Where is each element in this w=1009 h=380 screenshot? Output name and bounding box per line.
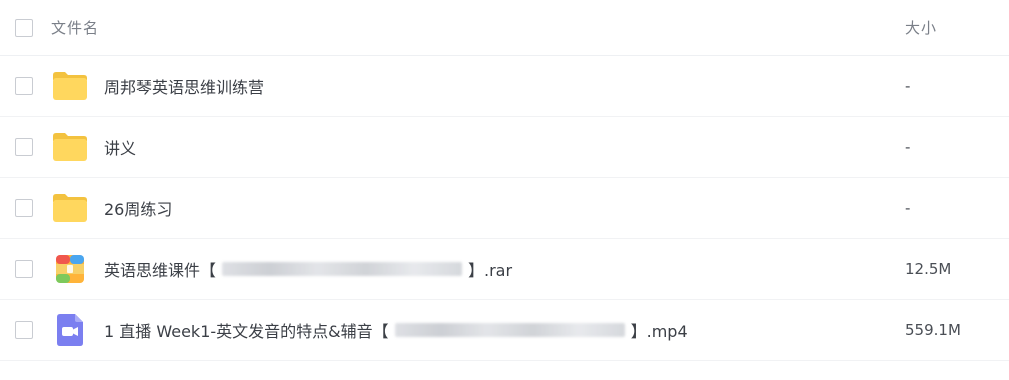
file-name[interactable]: 周邦琴英语思维训练营 xyxy=(104,74,264,98)
file-size: 559.1M xyxy=(905,321,961,339)
row-checkbox[interactable] xyxy=(15,260,33,278)
file-list: 文件名 大小 周邦琴英语思维训练营 - 讲义 - 26周练习 - 英语思维课件【… xyxy=(0,0,1009,361)
file-list-header: 文件名 大小 xyxy=(0,0,1009,56)
file-size: - xyxy=(905,199,911,217)
folder-icon xyxy=(52,190,88,226)
column-header-name[interactable]: 文件名 xyxy=(51,17,99,38)
rar-archive-icon xyxy=(52,251,88,287)
file-name-prefix: 英语思维课件【 xyxy=(104,261,217,280)
file-name-suffix: 】.mp4 xyxy=(630,322,688,341)
column-header-size[interactable]: 大小 xyxy=(905,17,937,38)
file-row[interactable]: 26周练习 - xyxy=(0,178,1009,239)
file-row[interactable]: 讲义 - xyxy=(0,117,1009,178)
file-name[interactable]: 英语思维课件【 】.rar xyxy=(104,257,512,281)
video-file-icon xyxy=(52,312,88,348)
redacted-text xyxy=(222,262,463,276)
file-name-prefix: 1 直播 Week1-英文发音的特点&辅音【 xyxy=(104,322,389,341)
file-name-suffix: 】.rar xyxy=(468,261,513,280)
file-name[interactable]: 1 直播 Week1-英文发音的特点&辅音【 】.mp4 xyxy=(104,318,688,342)
row-checkbox[interactable] xyxy=(15,77,33,95)
file-row[interactable]: 周邦琴英语思维训练营 - xyxy=(0,56,1009,117)
row-checkbox[interactable] xyxy=(15,199,33,217)
file-size: - xyxy=(905,77,911,95)
row-checkbox[interactable] xyxy=(15,138,33,156)
select-all-checkbox[interactable] xyxy=(15,18,33,37)
folder-icon xyxy=(52,129,88,165)
file-name[interactable]: 讲义 xyxy=(104,135,136,159)
folder-icon xyxy=(52,68,88,104)
file-size: 12.5M xyxy=(905,260,952,278)
redacted-text xyxy=(394,323,625,337)
row-checkbox[interactable] xyxy=(15,321,33,339)
file-row[interactable]: 英语思维课件【 】.rar 12.5M xyxy=(0,239,1009,300)
file-size: - xyxy=(905,138,911,156)
file-row[interactable]: 1 直播 Week1-英文发音的特点&辅音【 】.mp4 559.1M xyxy=(0,300,1009,361)
file-name[interactable]: 26周练习 xyxy=(104,196,172,220)
